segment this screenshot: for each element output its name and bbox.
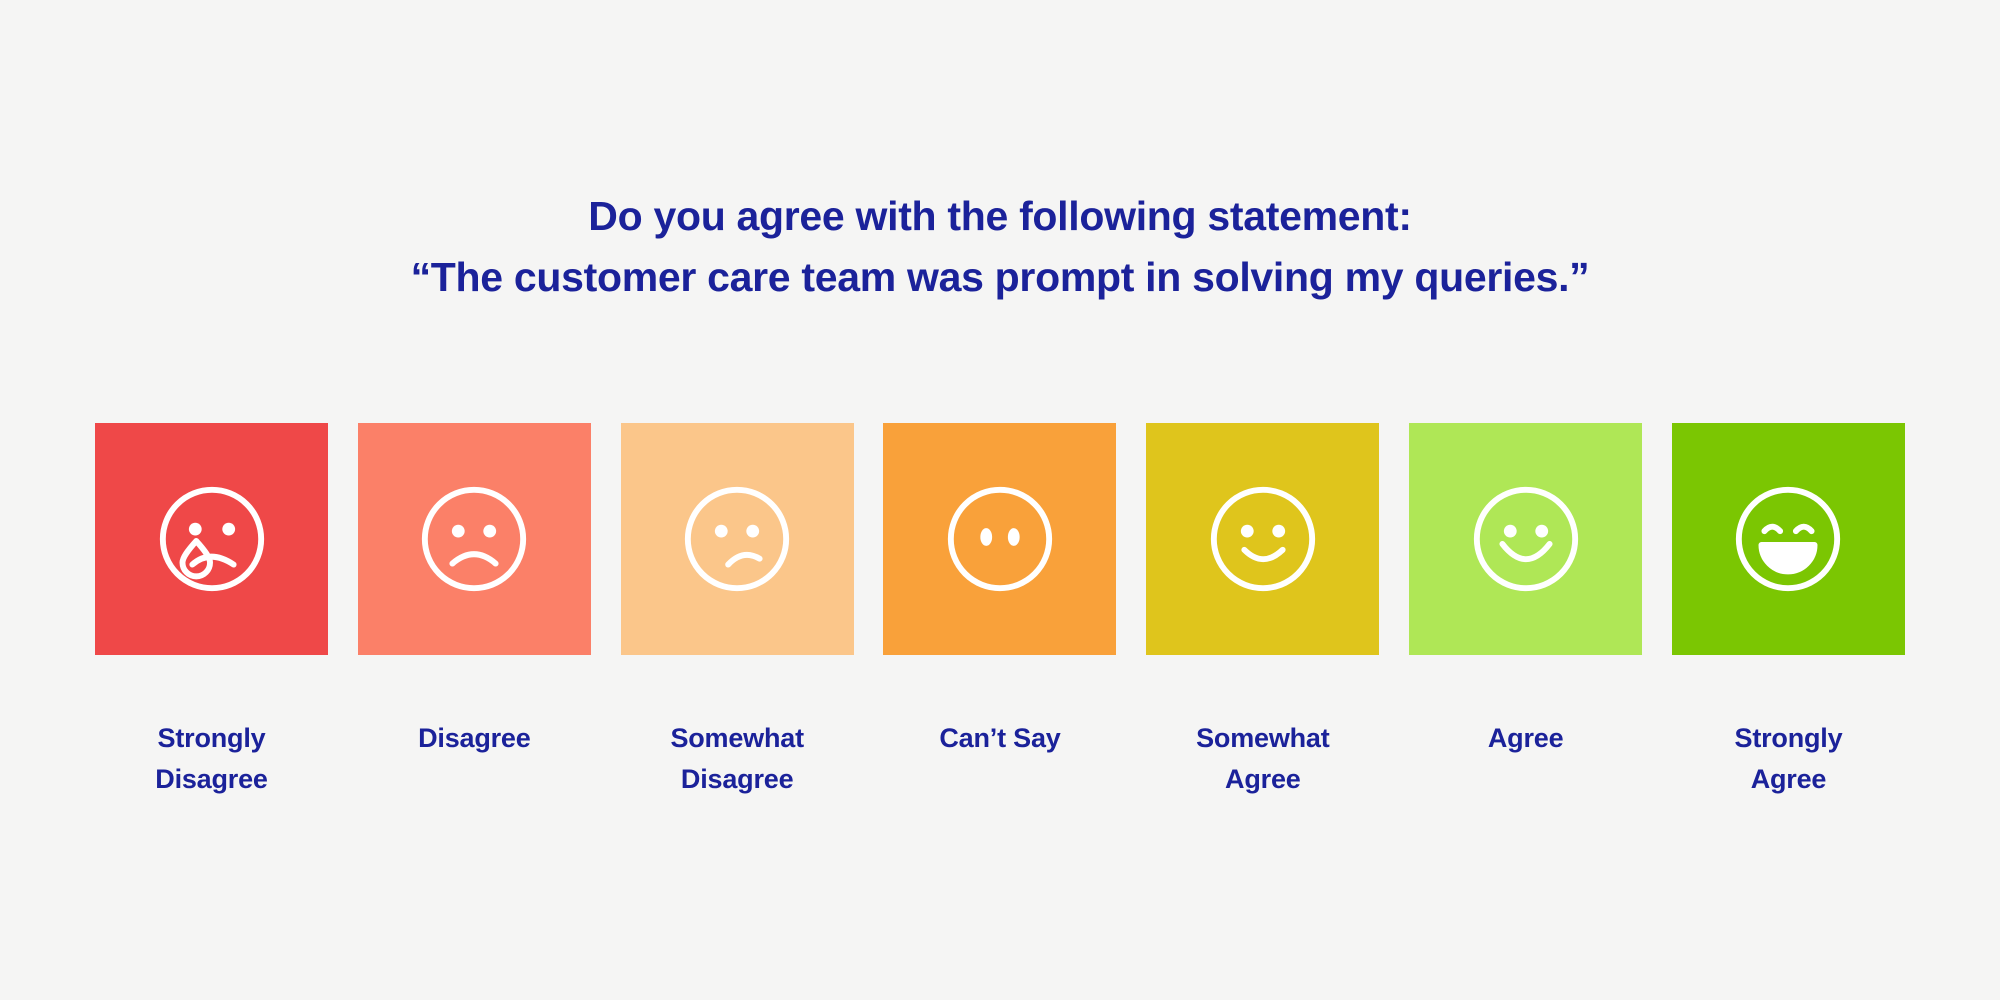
scale-label-2: Disagree (418, 723, 531, 753)
rating-tile-4[interactable] (883, 423, 1117, 655)
likert-scale-graphic: Do you agree with the following statemen… (0, 0, 2000, 1000)
title-line-question: Do you agree with the following statemen… (588, 193, 1412, 239)
scale-label-3: Somewhat Disagree (670, 723, 804, 794)
rating-tile-5[interactable] (1146, 423, 1380, 655)
scale-option-strongly-disagree[interactable]: Strongly Disagree (95, 423, 328, 800)
rating-tile-6[interactable] (1409, 423, 1643, 655)
smiling-face-icon (1473, 486, 1578, 592)
scale-label-6: Agree (1487, 723, 1564, 753)
expressionless-face-icon (947, 486, 1053, 592)
title-line-statement: “The customer care team was prompt in so… (410, 254, 1590, 300)
scale-label-7: Strongly Agree (1734, 723, 1843, 794)
rating-tile-7[interactable] (1671, 423, 1905, 655)
slightly-frowning-face-icon (685, 486, 790, 592)
scale-label-5: Somewhat Agree (1196, 723, 1330, 794)
slightly-smiling-face-icon (1210, 486, 1315, 592)
rating-tile-2[interactable] (357, 423, 591, 655)
scale-option-somewhat-disagree[interactable]: Somewhat Disagree (620, 423, 854, 800)
scale-option-disagree[interactable]: Disagree (357, 423, 591, 800)
scale-label-1: Strongly Disagree (155, 723, 268, 794)
rating-tile-3[interactable] (620, 423, 854, 655)
scale-option-agree[interactable]: Agree (1409, 423, 1643, 800)
rating-tile-1[interactable] (95, 423, 328, 655)
scale-option-cant-say[interactable]: Can’t Say (883, 423, 1117, 800)
scale-option-strongly-agree[interactable]: Strongly Agree (1671, 423, 1905, 800)
crying-face-icon (159, 486, 264, 592)
frowning-face-icon (422, 486, 527, 592)
rating-scale: Strongly Disagree Disagree Somewhat Disa… (95, 423, 1905, 800)
scale-option-somewhat-agree[interactable]: Somewhat Agree (1146, 423, 1380, 800)
page-title: Do you agree with the following statemen… (0, 186, 2000, 308)
grinning-face-icon (1736, 486, 1841, 592)
scale-label-4: Can’t Say (939, 723, 1061, 753)
